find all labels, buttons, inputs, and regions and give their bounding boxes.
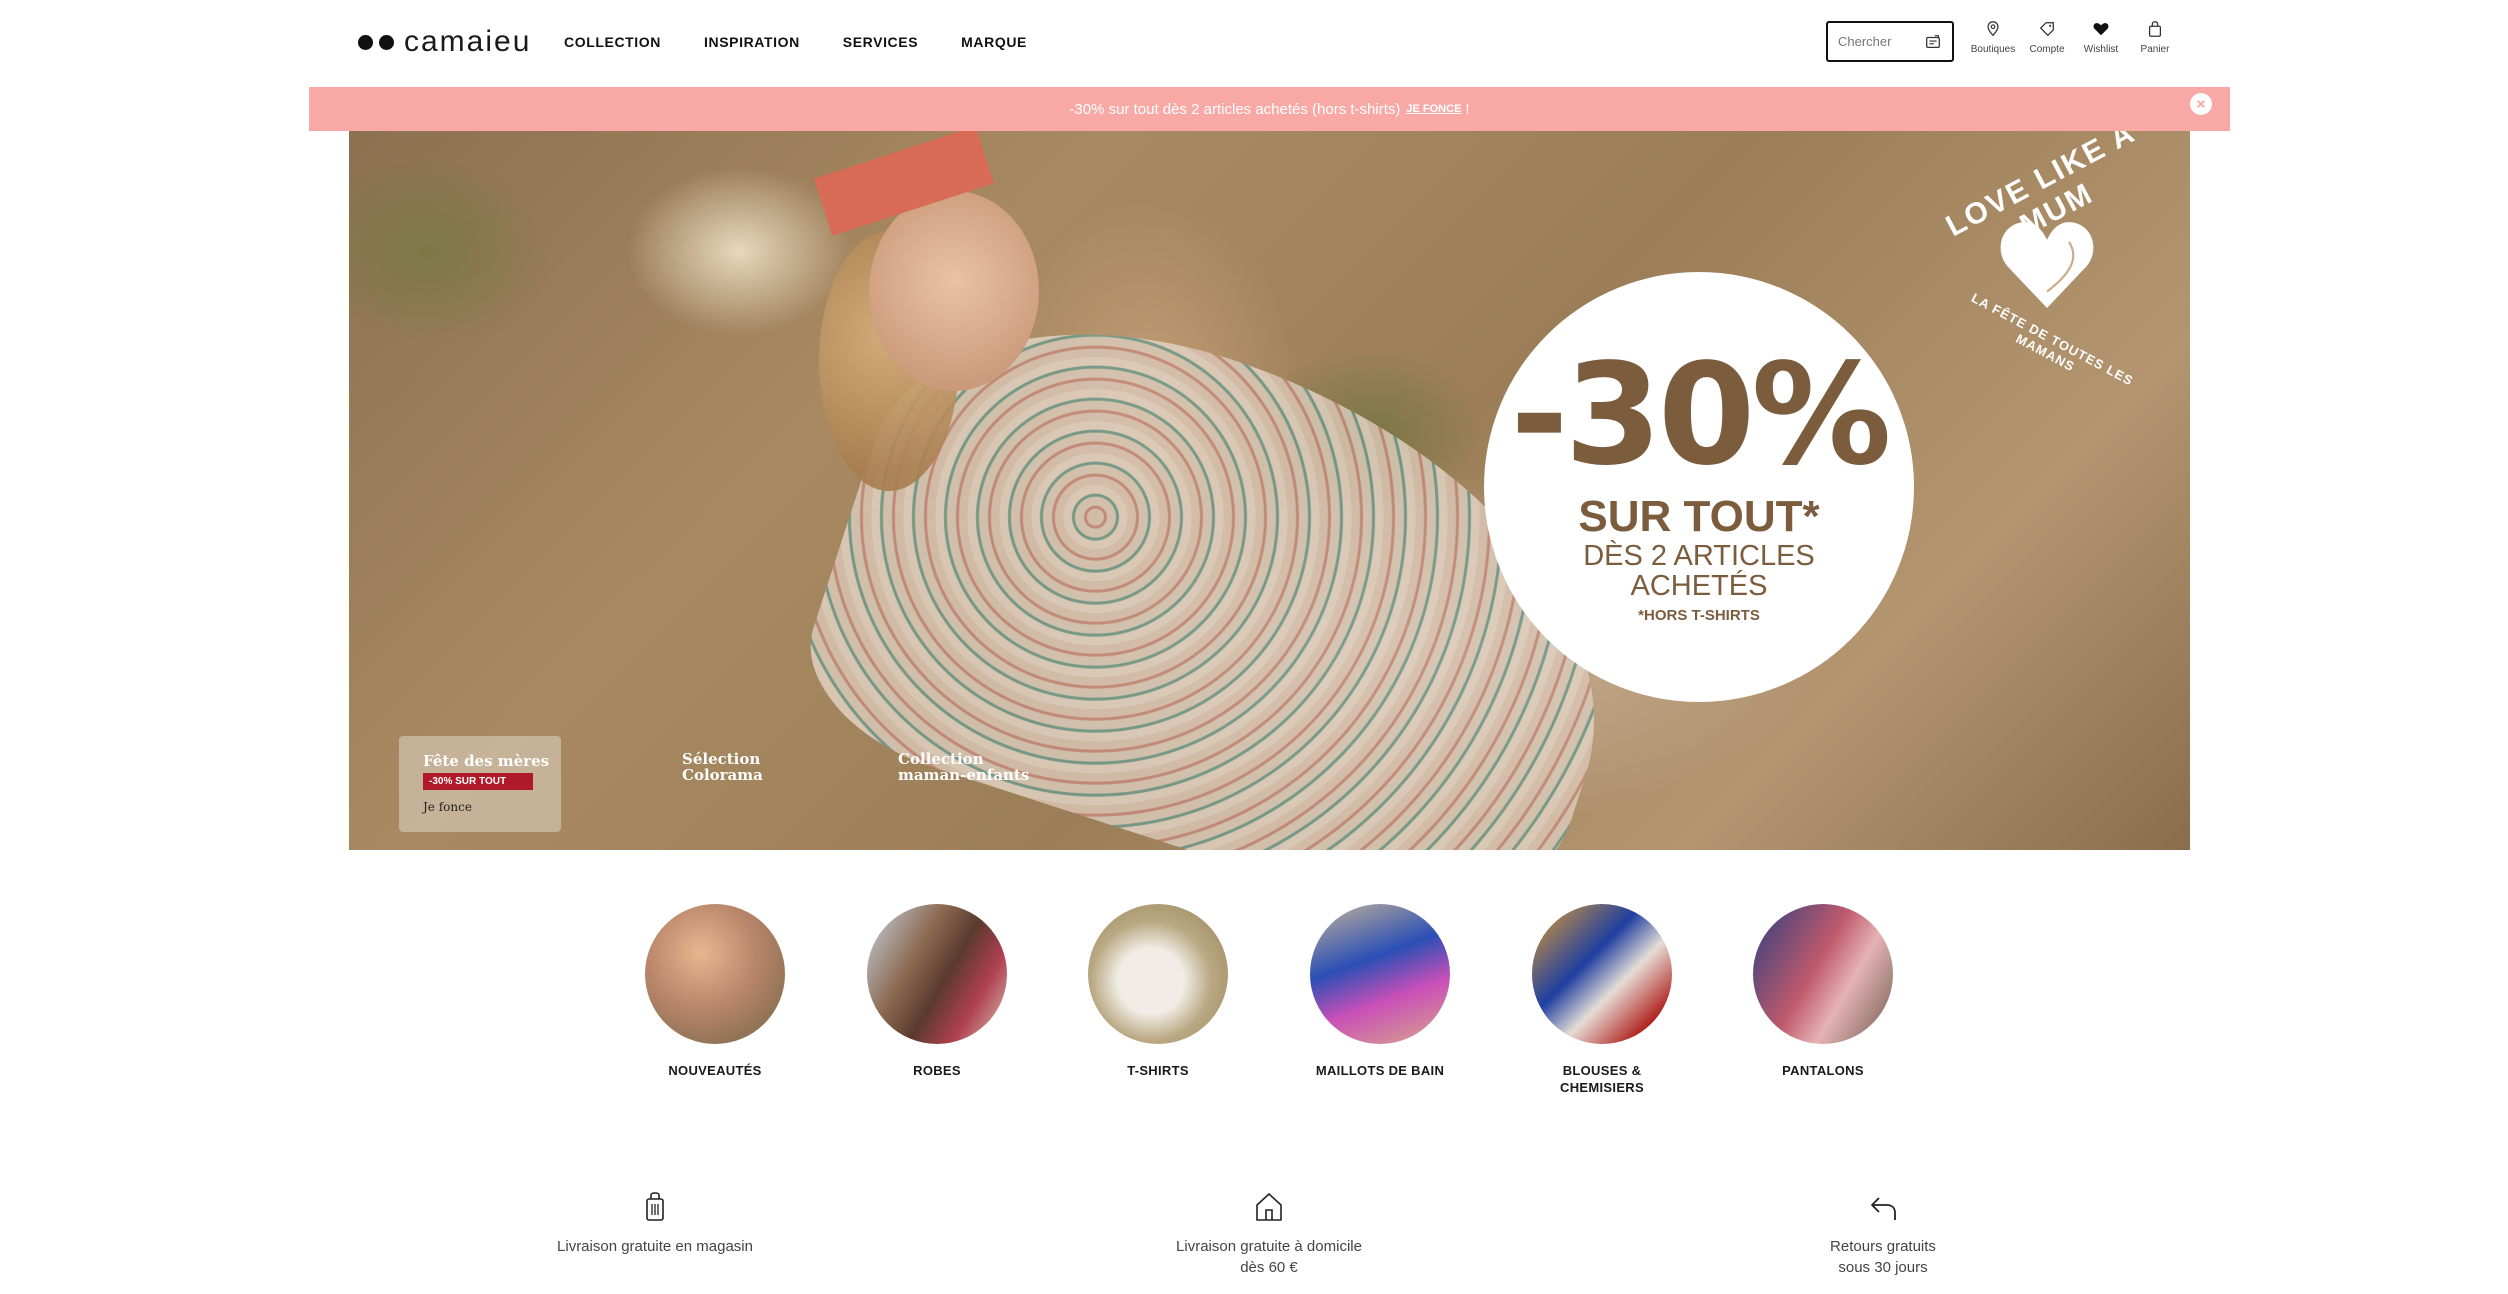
stores-label: Boutiques bbox=[1970, 44, 2016, 55]
category-robes[interactable]: ROBES bbox=[862, 904, 1012, 1079]
service-text: Livraison gratuite à domicile dès 60 € bbox=[1176, 1236, 1362, 1278]
category-label: T-SHIRTS bbox=[1127, 1063, 1189, 1078]
nav-collection[interactable]: COLLECTION bbox=[564, 30, 661, 54]
wishlist-label: Wishlist bbox=[2083, 44, 2119, 55]
hero-link-line1: Sélection bbox=[682, 750, 761, 768]
promo-suffix: ! bbox=[1465, 100, 1470, 118]
category-pantalons[interactable]: PANTALONS bbox=[1748, 904, 1898, 1079]
stores-button[interactable]: Boutiques bbox=[1966, 20, 2020, 55]
header-icons: Boutiques Compte Wishlist Panier bbox=[1966, 20, 2182, 55]
hero-link-line2: maman-enfants bbox=[898, 766, 1030, 784]
close-promo-button[interactable] bbox=[2190, 93, 2212, 115]
hero-link-line1: Collection bbox=[898, 750, 984, 768]
store-pickup-icon bbox=[646, 1192, 664, 1221]
store-icon bbox=[1987, 21, 1999, 37]
hero-card-tag: -30% SUR TOUT bbox=[423, 773, 533, 790]
service-free-returns: Retours gratuits sous 30 jours bbox=[1723, 1190, 2043, 1278]
service-line2: dès 60 € bbox=[1240, 1259, 1298, 1276]
main-nav: COLLECTION INSPIRATION SERVICES MARQUE bbox=[564, 30, 1070, 54]
service-store-delivery: Livraison gratuite en magasin bbox=[495, 1190, 815, 1257]
offer-condition-2: ACHETÉS bbox=[1630, 569, 1768, 602]
logo-dot-icon bbox=[379, 34, 394, 50]
hero-banner[interactable]: -30% SUR TOUT* DÈS 2 ARTICLES ACHETÉS *H… bbox=[349, 131, 2190, 850]
cart-label: Panier bbox=[2140, 44, 2170, 55]
logo-text: camaieu bbox=[404, 25, 532, 58]
category-label-line1: BLOUSES & bbox=[1562, 1063, 1642, 1078]
category-nouveautes[interactable]: NOUVEAUTÉS bbox=[640, 904, 790, 1079]
category-label: NOUVEAUTÉS bbox=[668, 1063, 762, 1078]
hero-link-line2: Colorama bbox=[682, 766, 763, 784]
account-icon bbox=[2039, 22, 2054, 37]
category-label: MAILLOTS DE BAIN bbox=[1315, 1063, 1445, 1078]
service-text: Retours gratuits sous 30 jours bbox=[1830, 1236, 1936, 1278]
service-text: Livraison gratuite en magasin bbox=[557, 1236, 753, 1257]
cart-button[interactable]: Panier bbox=[2128, 20, 2182, 55]
category-tshirts[interactable]: T-SHIRTS bbox=[1083, 904, 1233, 1079]
logo-dot-icon bbox=[358, 34, 373, 50]
category-label: ROBES bbox=[913, 1063, 961, 1078]
promo-link[interactable]: JE FONCE bbox=[1406, 103, 1461, 115]
service-line1: Retours gratuits bbox=[1830, 1238, 1936, 1255]
return-arrow-icon bbox=[1871, 1197, 1896, 1220]
heart-icon bbox=[2093, 23, 2109, 36]
category-blouses[interactable]: BLOUSES & CHEMISIERS bbox=[1527, 904, 1677, 1096]
category-image bbox=[645, 904, 785, 1044]
category-image bbox=[1310, 904, 1450, 1044]
category-image bbox=[1753, 904, 1893, 1044]
hero-card-title: Fête des mères bbox=[423, 752, 550, 770]
hero-link-maman-enfants[interactable]: Collection maman-enfants bbox=[898, 751, 1029, 783]
site-header: camaieu COLLECTION INSPIRATION SERVICES … bbox=[0, 0, 2508, 84]
hero-link-colorama[interactable]: Sélection Colorama bbox=[682, 751, 763, 783]
brand-logo[interactable]: camaieu bbox=[358, 26, 531, 58]
offer-headline: SUR TOUT* bbox=[1578, 491, 1820, 541]
category-label-line2: CHEMISIERS bbox=[1560, 1080, 1644, 1095]
promo-text: -30% sur tout dès 2 articles achetés (ho… bbox=[1069, 100, 1401, 118]
nav-marque[interactable]: MARQUE bbox=[961, 30, 1027, 54]
offer-circle: -30% SUR TOUT* DÈS 2 ARTICLES ACHETÉS *H… bbox=[1484, 272, 1914, 702]
offer-percent: -30% bbox=[1510, 333, 1891, 497]
category-image bbox=[1532, 904, 1672, 1044]
category-label: PANTALONS bbox=[1782, 1063, 1864, 1078]
account-button[interactable]: Compte bbox=[2020, 20, 2074, 55]
nav-inspiration[interactable]: INSPIRATION bbox=[704, 30, 800, 54]
hero-photo-face bbox=[869, 191, 1039, 391]
account-label: Compte bbox=[2029, 44, 2065, 55]
scan-icon[interactable] bbox=[1924, 33, 1942, 51]
wishlist-button[interactable]: Wishlist bbox=[2074, 20, 2128, 55]
hero-card-mothers-day[interactable]: Fête des mères -30% SUR TOUT Je fonce bbox=[399, 736, 561, 832]
search-box bbox=[1826, 21, 1954, 62]
close-icon bbox=[2197, 100, 2205, 108]
service-line2: sous 30 jours bbox=[1838, 1259, 1928, 1276]
service-line1: Livraison gratuite en magasin bbox=[557, 1238, 753, 1255]
bag-icon bbox=[2148, 21, 2162, 37]
hero-card-cta[interactable]: Je fonce bbox=[423, 800, 472, 814]
service-home-delivery: Livraison gratuite à domicile dès 60 € bbox=[1109, 1190, 1429, 1278]
category-maillots[interactable]: MAILLOTS DE BAIN bbox=[1305, 904, 1455, 1079]
service-line1: Livraison gratuite à domicile bbox=[1176, 1238, 1362, 1255]
promo-banner: -30% sur tout dès 2 articles achetés (ho… bbox=[309, 87, 2230, 131]
heart-badge-icon bbox=[2000, 222, 2094, 308]
search-input[interactable] bbox=[1838, 34, 1918, 49]
category-image bbox=[1088, 904, 1228, 1044]
home-icon bbox=[1256, 1193, 1282, 1221]
category-label: BLOUSES & CHEMISIERS bbox=[1560, 1062, 1644, 1096]
offer-condition-1: DÈS 2 ARTICLES bbox=[1583, 539, 1815, 572]
category-image bbox=[867, 904, 1007, 1044]
offer-note: *HORS T-SHIRTS bbox=[1638, 606, 1760, 624]
nav-services[interactable]: SERVICES bbox=[843, 30, 918, 54]
